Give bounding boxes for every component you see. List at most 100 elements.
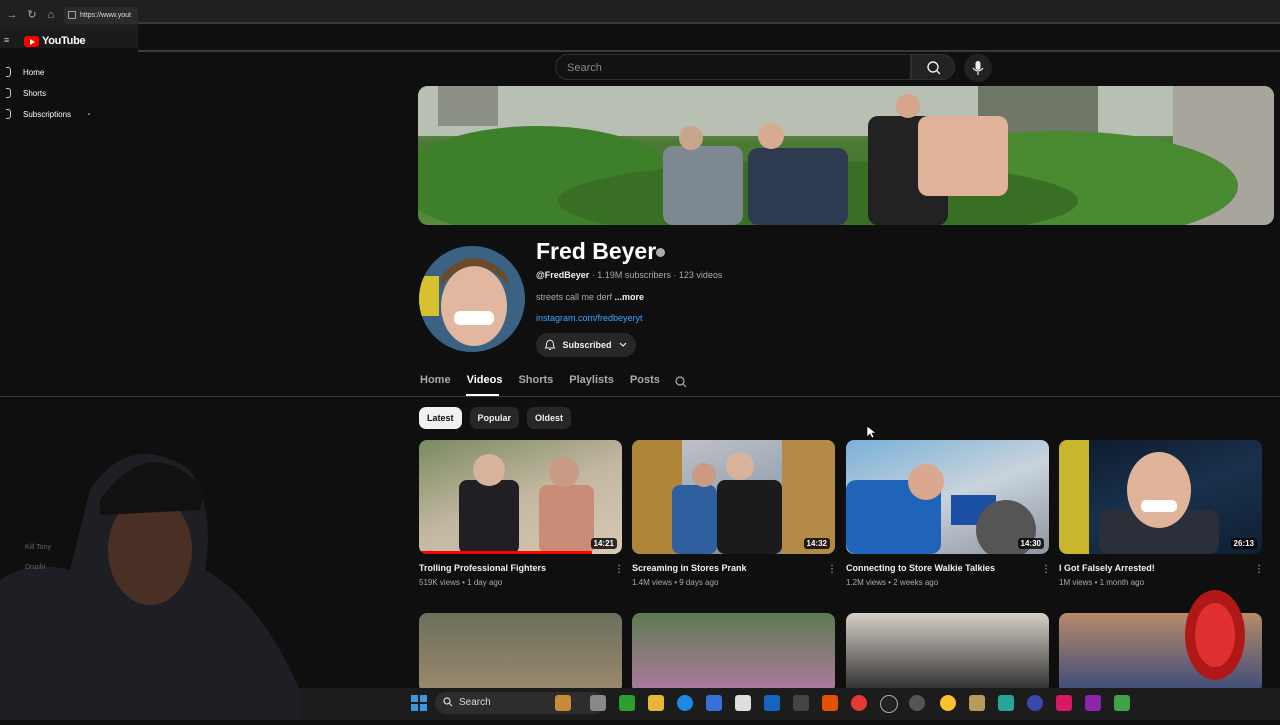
store-icon[interactable] — [706, 695, 722, 711]
new-content-dot — [88, 113, 90, 115]
sidebar-item-label: Subscriptions — [23, 109, 72, 119]
video-title[interactable]: Connecting to Store Walkie Talkies — [846, 563, 1049, 573]
taskbar-app-icon[interactable] — [1114, 695, 1130, 711]
video-thumbnail[interactable]: 14:21 — [419, 440, 622, 554]
thumbnail-image — [1059, 440, 1219, 554]
ghost-text: Kill Tony — [25, 544, 51, 551]
taskbar-app-icon[interactable] — [619, 695, 635, 711]
taskbar-search[interactable]: Search — [435, 692, 605, 714]
chevron-down-icon — [619, 342, 626, 347]
more-actions-icon[interactable]: ⋮ — [827, 564, 837, 575]
video-card[interactable]: 14:30 Connecting to Store Walkie Talkies… — [846, 440, 1051, 587]
chrome-icon[interactable] — [940, 695, 956, 711]
sidebar-item-subscriptions[interactable]: Subscriptions — [6, 107, 71, 121]
taskbar-app-icon[interactable] — [998, 695, 1014, 711]
video-card[interactable]: 14:32 Screaming in Stores Prank 1.4M vie… — [632, 440, 837, 587]
youtube-play-icon — [24, 35, 39, 47]
tab-posts[interactable]: Posts — [630, 374, 660, 386]
microphone-icon — [972, 61, 984, 75]
channel-meta: @FredBeyer · 1.19M subscribers · 123 vid… — [536, 270, 722, 280]
home-icon[interactable]: ⌂ — [44, 8, 58, 22]
unreal-engine-icon[interactable] — [880, 695, 898, 713]
hamburger-menu-icon[interactable]: ≡ — [4, 36, 11, 45]
tab-shorts[interactable]: Shorts — [518, 374, 553, 386]
chip-latest[interactable]: Latest — [419, 407, 462, 429]
back-icon[interactable]: → — [5, 8, 19, 22]
more-actions-icon[interactable]: ⋮ — [614, 564, 624, 575]
video-title[interactable]: Screaming in Stores Prank — [632, 563, 835, 573]
mouse-cursor-icon — [866, 425, 876, 439]
taskbar-app-icon[interactable] — [851, 695, 867, 711]
video-title[interactable]: Trolling Professional Fighters — [419, 563, 622, 573]
video-duration: 14:30 — [1017, 538, 1044, 549]
video-thumbnail[interactable] — [846, 613, 1049, 693]
video-duration: 26:13 — [1230, 538, 1257, 549]
file-explorer-icon[interactable] — [648, 695, 664, 711]
sidebar-item-shorts[interactable]: Shorts — [6, 86, 46, 100]
document-icon[interactable] — [735, 695, 751, 711]
tab-home[interactable]: Home — [420, 374, 451, 386]
subscribed-label: Subscribed — [562, 340, 612, 350]
search-icon — [927, 61, 941, 75]
avatar-image — [419, 246, 525, 352]
channel-search-icon[interactable] — [674, 375, 688, 389]
more-link[interactable]: ...more — [615, 292, 645, 302]
video-meta: 1.4M views • 9 days ago — [632, 578, 719, 587]
channel-handle: @FredBeyer — [536, 270, 590, 280]
address-bar[interactable]: https://www.yout — [64, 7, 138, 24]
video-thumbnail[interactable]: 14:30 — [846, 440, 1049, 554]
search-button[interactable] — [911, 54, 955, 80]
tiktok-icon[interactable] — [1056, 695, 1072, 711]
channel-description[interactable]: streets call me derf ...more — [536, 292, 644, 302]
tab-videos[interactable]: Videos — [467, 374, 503, 386]
tabs-divider — [0, 396, 1280, 397]
zoom-icon[interactable] — [1027, 695, 1043, 711]
taskbar-app-icon[interactable] — [822, 695, 838, 711]
sidebar-item-label: Shorts — [23, 88, 47, 98]
sidebar-item-label: Home — [23, 67, 45, 77]
search-input[interactable]: Search — [555, 54, 911, 80]
ghost-text: Drushi — [25, 564, 46, 571]
reload-icon[interactable]: ↻ — [25, 8, 39, 22]
video-card[interactable]: 26:13 I Got Falsely Arrested! 1M views •… — [1059, 440, 1264, 587]
video-thumbnail[interactable]: 14:32 — [632, 440, 835, 554]
banner-image — [418, 86, 1274, 225]
outlook-icon[interactable] — [764, 695, 780, 711]
taskbar-app-icon[interactable] — [555, 695, 571, 711]
filter-chips: Latest Popular Oldest — [419, 407, 572, 429]
edge-browser-icon[interactable] — [677, 695, 693, 711]
voice-search-button[interactable] — [964, 54, 992, 82]
subscribed-button[interactable]: Subscribed — [536, 333, 636, 357]
video-card[interactable]: 14:21 Trolling Professional Fighters 519… — [419, 440, 624, 587]
description-text: streets call me derf — [536, 292, 613, 302]
thumbnail-image — [632, 440, 835, 554]
webcam-overlay: Kill Tony Drushi — [0, 430, 300, 720]
bell-icon — [545, 339, 556, 350]
video-duration: 14:32 — [803, 538, 830, 549]
video-thumbnail[interactable] — [632, 613, 835, 693]
video-duration: 14:21 — [590, 538, 617, 549]
taskbar-app-icon[interactable] — [909, 695, 925, 711]
chip-popular[interactable]: Popular — [469, 407, 520, 429]
channel-stats: · 1.19M subscribers · 123 videos — [591, 270, 723, 280]
page-top-divider — [138, 22, 1280, 52]
taskbar-app-icon[interactable] — [1085, 695, 1101, 711]
video-thumbnail[interactable]: 26:13 — [1059, 440, 1262, 554]
more-actions-icon[interactable]: ⋮ — [1254, 564, 1264, 575]
chip-oldest[interactable]: Oldest — [527, 407, 572, 429]
tab-playlists[interactable]: Playlists — [569, 374, 614, 386]
windows-start-icon[interactable] — [410, 694, 428, 712]
youtube-logo-text: YouTube — [42, 35, 86, 47]
taskbar-app-icon[interactable] — [793, 695, 809, 711]
channel-link[interactable]: instagram.com/fredbeyeryt — [536, 313, 643, 323]
sidebar-item-home[interactable]: Home — [6, 65, 44, 79]
video-title[interactable]: I Got Falsely Arrested! — [1059, 563, 1262, 573]
streamer-webcam-image — [0, 454, 300, 720]
taskbar-app-icon[interactable] — [969, 695, 985, 711]
more-actions-icon[interactable]: ⋮ — [1041, 564, 1051, 575]
channel-avatar[interactable] — [419, 246, 525, 352]
streamer-logo-sticker — [1185, 590, 1245, 680]
task-view-icon[interactable] — [590, 695, 606, 711]
video-thumbnail[interactable] — [419, 613, 622, 693]
youtube-logo[interactable]: YouTube — [24, 35, 86, 47]
